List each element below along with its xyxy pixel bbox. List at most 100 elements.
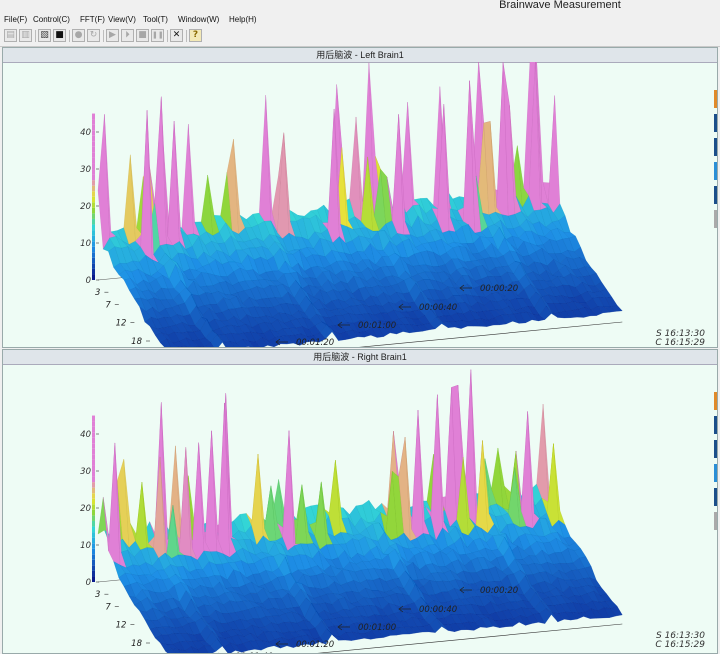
record-icon[interactable]: ● (72, 29, 85, 42)
color-scale-segment (92, 119, 95, 125)
frequency-tick-label: 3 (95, 590, 100, 600)
play-icon[interactable]: ▶ (106, 29, 119, 42)
color-scale-segment (92, 476, 95, 483)
window-titlebar: Brainwave Measurement (0, 0, 720, 14)
z-tick-label: 10 (80, 541, 91, 551)
channel-color-strip (714, 90, 717, 250)
z-tick-label: 10 (80, 239, 91, 249)
color-scale-segment (92, 437, 95, 444)
panel-title: 用后脑波 - Left Brain1 (3, 48, 717, 63)
color-scale-segment (92, 426, 95, 433)
color-scale-segment (92, 224, 95, 231)
frequency-tick-label: 18 (131, 337, 142, 347)
channel-color-strip (714, 392, 717, 552)
toolbar-separator (69, 30, 70, 42)
color-scale-segment (92, 252, 95, 258)
color-scale-segment (92, 487, 95, 494)
time-tick-label: 00:01:00 (358, 321, 396, 331)
color-scale-segment (92, 268, 95, 275)
color-scale-segment (92, 169, 95, 175)
time-tick-label: 00:01:00 (358, 623, 396, 633)
color-scale-segment (92, 554, 95, 560)
stop-icon[interactable]: ■ (136, 29, 149, 42)
right-brain-surface-chart: 0102030403712182800:00:2000:00:4000:01:0… (80, 369, 623, 653)
color-scale-segment (92, 565, 95, 571)
z-tick-label: 20 (80, 504, 91, 514)
panel-title: 用后脑波 - Right Brain1 (3, 350, 717, 365)
color-scale-segment (92, 113, 95, 120)
color-scale-segment (92, 570, 95, 577)
close-x-icon[interactable]: ✕ (170, 29, 183, 42)
window-title: Brainwave Measurement (499, 0, 621, 11)
color-scale-segment (92, 157, 95, 164)
color-scale-segment (92, 482, 95, 488)
color-scale-segment (92, 548, 95, 555)
color-scale-segment (92, 504, 95, 510)
color-scale-segment (92, 526, 95, 533)
menu-window[interactable]: Window(W) (178, 15, 219, 24)
menu-control[interactable]: Control(C) (33, 15, 70, 24)
color-scale-segment (92, 202, 95, 208)
right-brain-panel: 用后脑波 - Right Brain1 0102030403712182800:… (2, 349, 718, 654)
color-scale-segment (92, 443, 95, 449)
frequency-tick-label: 12 (116, 621, 127, 631)
time-tick-label: 00:00:40 (419, 605, 457, 615)
frequency-tick-label: 3 (95, 288, 100, 298)
left-brain-panel: 用后脑波 - Left Brain1 0102030403712182800:0… (2, 47, 718, 348)
color-scale-segment (92, 263, 95, 269)
toolbar-separator (35, 30, 36, 42)
color-scale-segment (92, 543, 95, 549)
time-tick-label: 00:00:20 (480, 586, 518, 596)
menu-bar: File(F) Control(C) FFT(F) View(V) Tool(T… (0, 14, 720, 28)
menu-view[interactable]: View(V) (108, 15, 136, 24)
color-scale-segment (92, 498, 95, 505)
frequency-tick-label: 7 (105, 602, 111, 612)
color-scale-segment (92, 421, 95, 427)
z-tick-label: 40 (80, 430, 91, 440)
time-tick-label: 00:01:20 (296, 640, 334, 650)
surface-cell (548, 95, 561, 213)
color-scale-segment (92, 465, 95, 471)
color-scale-segment (92, 146, 95, 153)
z-tick-label: 0 (86, 276, 91, 286)
z-tick-label: 0 (86, 578, 91, 588)
color-scale-segment (92, 448, 95, 455)
color-scale-segment (92, 219, 95, 225)
menu-help[interactable]: Help(H) (229, 15, 257, 24)
frequency-tick-label: 12 (116, 319, 127, 329)
help-icon[interactable]: ? (189, 29, 202, 42)
color-scale-segment (92, 235, 95, 242)
menu-file[interactable]: File(F) (4, 15, 27, 24)
menu-fft[interactable]: FFT(F) (80, 15, 105, 24)
color-scale-segment (92, 459, 95, 466)
left-brain-surface-chart: 0102030403712182800:00:2000:00:4000:01:0… (80, 62, 623, 347)
color-scale-segment (92, 415, 95, 422)
time-tick-label: 00:01:20 (296, 338, 334, 347)
color-scale-segment (92, 521, 95, 527)
color-scale-segment (92, 246, 95, 253)
color-scale-segment (92, 196, 95, 203)
color-scale-segment (92, 454, 95, 460)
save-gray-icon[interactable]: ▥ (19, 29, 32, 42)
pause-icon[interactable]: ❚❚ (151, 29, 164, 42)
color-scale-segment (92, 471, 95, 477)
color-scale-segment (92, 213, 95, 219)
z-tick-label: 20 (80, 202, 91, 212)
step-icon[interactable]: ⏵ (121, 29, 134, 42)
color-scale-segment (92, 152, 95, 158)
z-tick-label: 30 (80, 165, 91, 175)
timer-icon[interactable]: ↻ (87, 29, 100, 42)
color-scale-segment (92, 207, 95, 214)
color-scale-segment (92, 174, 95, 181)
frequency-tick-label: 7 (105, 300, 111, 310)
open-icon[interactable]: ▤ (4, 29, 17, 42)
color-scale-segment (92, 532, 95, 538)
time-tick-label: 00:00:40 (419, 303, 457, 313)
toolbar-separator (186, 30, 187, 42)
color-scale-segment (92, 185, 95, 192)
color-scale-segment (92, 274, 95, 280)
menu-tool[interactable]: Tool(T) (143, 15, 168, 24)
open-folder-icon[interactable]: ▧ (38, 29, 51, 42)
color-scale-segment (92, 135, 95, 142)
save-icon[interactable]: ■ (53, 29, 66, 42)
